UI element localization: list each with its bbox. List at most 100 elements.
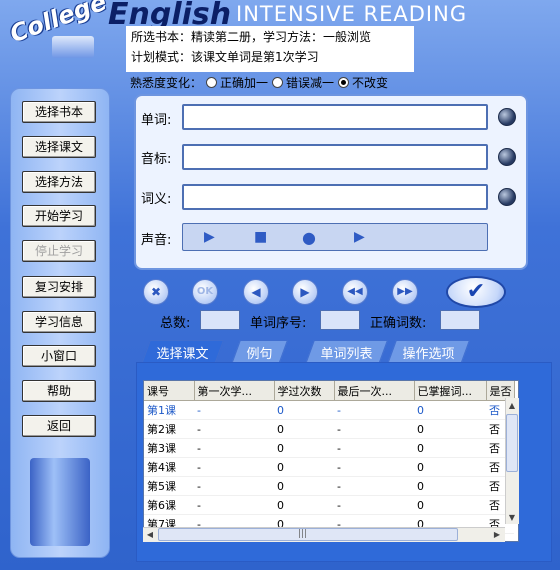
scroll-grip-icon: ||| — [298, 529, 308, 539]
tab-label: 选择课文 — [156, 347, 209, 362]
table-row[interactable]: 第4课 -0-0 否 — [144, 457, 514, 477]
radio-no-change[interactable] — [338, 77, 350, 88]
select-lesson-button[interactable]: 选择课文 — [22, 136, 96, 158]
select-book-button[interactable]: 选择书本 — [22, 101, 96, 123]
table-row[interactable]: 第3课 -0-0 否 — [144, 438, 514, 458]
record-icon[interactable]: ● — [302, 228, 316, 247]
start-study-button[interactable]: 开始学习 — [22, 205, 96, 227]
radio-label-no-change: 不改变 — [352, 76, 389, 90]
table-row[interactable]: 第1课 -0-0 否 — [144, 400, 514, 420]
table-cell: 第3课 — [144, 438, 194, 458]
table-cell: 0 — [274, 419, 334, 439]
table-cell: 0 — [414, 438, 486, 458]
column-header-lesson[interactable]: 课号 — [144, 381, 195, 401]
table-cell: - — [194, 438, 274, 458]
prev-icon: ◀ — [251, 285, 261, 299]
table-row[interactable]: 第2课 -0-0 否 — [144, 419, 514, 439]
total-value — [200, 310, 240, 330]
phonetic-knob-icon[interactable] — [498, 148, 516, 166]
tab-label: 操作选项 — [402, 347, 455, 362]
table-cell: 0 — [274, 476, 334, 496]
title-intensive-reading: INTENSIVE READING — [236, 2, 468, 26]
radio-correct-plus-one[interactable] — [206, 77, 218, 88]
scroll-up-icon[interactable]: ▲ — [506, 399, 518, 411]
table-cell: 0 — [414, 400, 486, 420]
plan-mode-info: 计划模式：该课文单词是第1次学习 — [131, 50, 319, 64]
study-info-button[interactable]: 学习信息 — [22, 311, 96, 333]
word-label: 单词: — [141, 113, 172, 128]
logo-bar-decoration — [52, 36, 94, 58]
scroll-left-icon[interactable]: ◀ — [144, 528, 156, 541]
correct-count-label: 正确词数: — [370, 316, 427, 331]
phonetic-label: 音标: — [141, 152, 172, 167]
review-schedule-button[interactable]: 复习安排 — [22, 276, 96, 298]
check-icon: ✔ — [466, 279, 486, 304]
word-speak-knob-icon[interactable] — [498, 108, 516, 126]
meaning-field[interactable] — [182, 184, 488, 210]
radio-label-wrong-minus-one: 错误减一 — [286, 76, 335, 90]
table-cell: 0 — [274, 400, 334, 420]
delete-button[interactable]: ✖ — [143, 279, 169, 305]
tab-example-sentences[interactable]: 例句 — [231, 340, 289, 362]
stop-icon[interactable]: ■ — [254, 229, 267, 245]
familiarity-options: 熟悉度变化： 正确加一 错误减一 不改变 — [130, 74, 388, 91]
tab-options[interactable]: 操作选项 — [387, 340, 471, 362]
scroll-down-icon[interactable]: ▼ — [506, 511, 518, 523]
tab-select-lesson[interactable]: 选择课文 — [141, 340, 225, 362]
column-header-study-count[interactable]: 学过次数 — [274, 381, 335, 401]
small-window-button[interactable]: 小窗口 — [22, 345, 96, 367]
table-cell: 0 — [414, 495, 486, 515]
next-icon: ▶ — [300, 285, 310, 299]
select-method-button[interactable]: 选择方法 — [22, 171, 96, 193]
back-button[interactable]: 返回 — [22, 415, 96, 437]
table-cell: 0 — [414, 419, 486, 439]
tab-label: 单词列表 — [320, 347, 373, 362]
table-cell: 0 — [274, 495, 334, 515]
column-header-last-study[interactable]: 最后一次... — [334, 381, 415, 401]
table-cell: 第5课 — [144, 476, 194, 496]
phonetic-field[interactable] — [182, 144, 488, 170]
table-cell: - — [334, 419, 414, 439]
horizontal-scroll-thumb[interactable] — [158, 528, 458, 541]
table-row[interactable]: 第6课 -0-0 否 — [144, 495, 514, 515]
table-cell: - — [194, 400, 274, 420]
last-button[interactable]: ▶▶ — [392, 279, 418, 305]
table-row[interactable]: 第5课 -0-0 否 — [144, 476, 514, 496]
table-cell: 0 — [274, 457, 334, 477]
first-button[interactable]: ◀◀ — [342, 279, 368, 305]
word-field[interactable] — [182, 104, 488, 130]
tab-label: 例句 — [246, 347, 273, 362]
table-cell: - — [194, 419, 274, 439]
radio-wrong-minus-one[interactable] — [272, 77, 284, 88]
help-button[interactable]: 帮助 — [22, 380, 96, 402]
playback-icon[interactable]: ▶ — [354, 229, 365, 245]
ok-button[interactable]: OK — [192, 279, 218, 305]
correct-count-value — [440, 310, 480, 330]
table-cell: - — [334, 400, 414, 420]
selected-book-info: 所选书本：精读第二册，学习方法：一般浏览 — [131, 30, 372, 44]
column-header-first-study[interactable]: 第一次学... — [194, 381, 275, 401]
column-header-mastered-words[interactable]: 已掌握词... — [414, 381, 487, 401]
table-cell: 0 — [274, 438, 334, 458]
table-cell: 0 — [414, 457, 486, 477]
meaning-label: 词义: — [141, 192, 172, 207]
meaning-knob-icon[interactable] — [498, 188, 516, 206]
play-icon[interactable]: ▶ — [204, 229, 215, 245]
lesson-table: 课号 第一次学... 学过次数 最后一次... 已掌握词... 是否 第1课 -0… — [143, 380, 519, 542]
confirm-button[interactable]: ✔ — [446, 276, 506, 308]
familiarity-label: 熟悉度变化： — [130, 76, 203, 90]
table-cell: - — [194, 457, 274, 477]
next-button[interactable]: ▶ — [292, 279, 318, 305]
tab-word-list[interactable]: 单词列表 — [305, 340, 389, 362]
total-label: 总数: — [160, 316, 191, 331]
previous-button[interactable]: ◀ — [243, 279, 269, 305]
table-cell: - — [334, 476, 414, 496]
table-cell: 第1课 — [144, 400, 194, 420]
sidebar-decoration — [30, 458, 90, 546]
stop-study-button[interactable]: 停止学习 — [22, 240, 96, 262]
table-cell: 第2课 — [144, 419, 194, 439]
scroll-right-icon[interactable]: ▶ — [491, 528, 503, 541]
rewind-icon: ◀◀ — [347, 286, 363, 297]
table-cell: - — [334, 495, 414, 515]
vertical-scroll-thumb[interactable] — [506, 414, 518, 472]
